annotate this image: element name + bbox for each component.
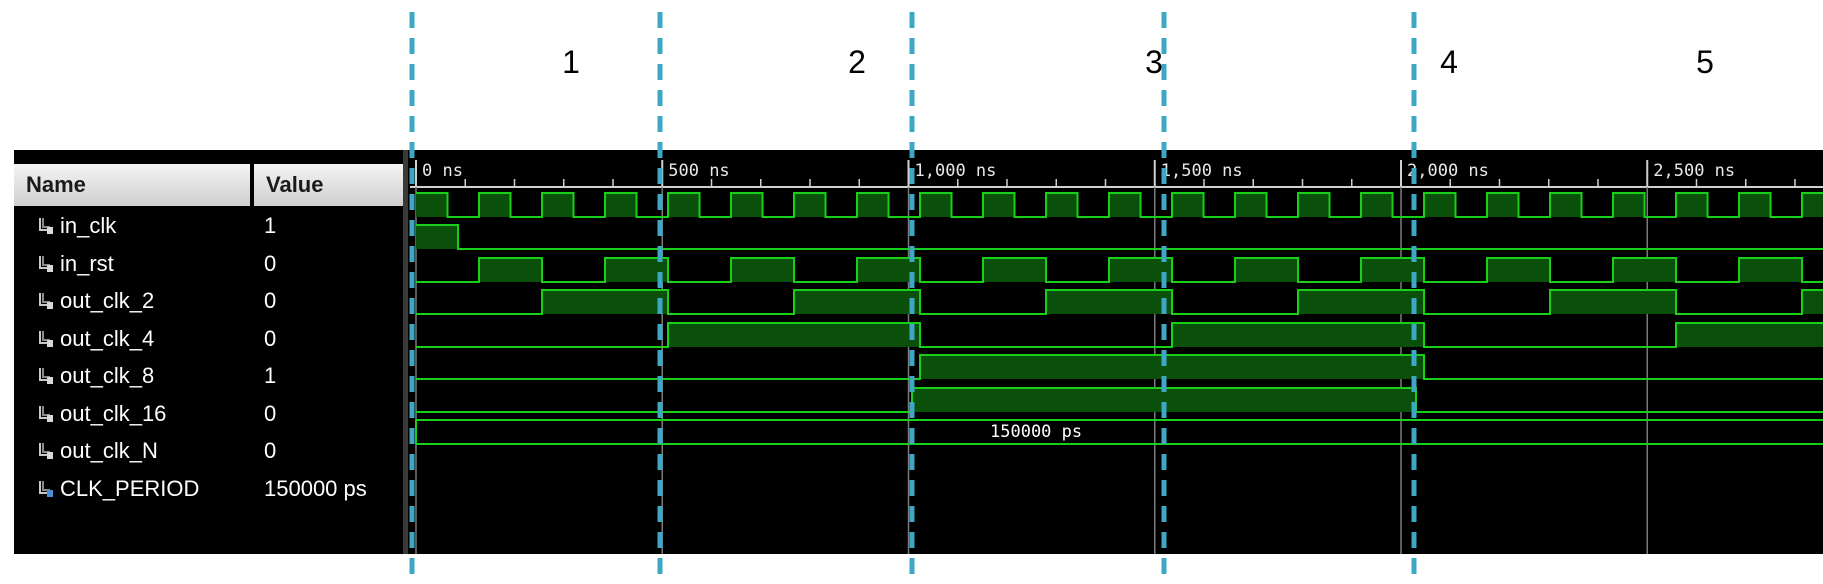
signal-value: 0 [264, 400, 277, 426]
signal-value: 150000 ps [264, 475, 367, 501]
waveform-out_clk_16[interactable] [416, 354, 1823, 380]
tick-label: 0 ns [422, 161, 463, 181]
signal-value: 1 [264, 363, 277, 388]
waveform-out_clk_2[interactable] [416, 257, 1823, 283]
signal-name: in_rst [60, 250, 114, 276]
waveform-out_clk_8[interactable] [416, 322, 1823, 348]
signal-value: 0 [264, 438, 277, 463]
signal-value: 0 [264, 250, 277, 276]
tick-label: 500 ns [668, 161, 729, 181]
signal-row-out_clk_4[interactable]: out_clk_4 [38, 321, 154, 357]
bus-value-label: 150000 ps [990, 422, 1082, 442]
value-column-header[interactable]: Value [254, 164, 406, 206]
tick-label: 2,500 ns [1653, 161, 1735, 181]
signal-name: out_clk_16 [60, 400, 167, 426]
waveform-out_clk_4[interactable] [416, 289, 1823, 315]
signal-row-CLK_PERIOD[interactable]: CLK_PERIOD [38, 471, 199, 507]
signal-value: 1 [264, 213, 277, 238]
phase-label-5: 5 [1696, 44, 1714, 80]
signal-name: in_clk [60, 213, 117, 238]
signal-value: 0 [264, 325, 277, 351]
signal-row-out_clk_16[interactable]: out_clk_16 [38, 396, 166, 432]
signal-row-in_clk[interactable]: in_clk [38, 208, 116, 244]
signal-name-panel: Name in_clk in_rst out_clk_2 out_clk_4 out_c… [14, 150, 252, 554]
phase-label-2: 2 [848, 44, 866, 80]
time-ruler[interactable]: 0 ns 500 ns 1,000 ns 1,500 ns 2,000 ns 2,500 … [410, 160, 1823, 188]
signal-row-out_clk_N[interactable]: out_clk_N [38, 433, 158, 469]
waveform-canvas[interactable]: 0 ns 500 ns 1,000 ns 1,500 ns 2,000 ns 2,500 … [410, 150, 1823, 554]
signal-name: CLK_PERIOD [60, 475, 200, 501]
signal-icon [39, 330, 53, 347]
phase-label-3: 3 [1145, 44, 1163, 80]
waveform-CLK_PERIOD[interactable]: 150000 ps [415, 419, 1823, 445]
waveform-panel[interactable]: 0 ns 500 ns 1,000 ns 1,500 ns 2,000 ns 2,500 … [410, 150, 1823, 554]
name-column-header[interactable]: Name [14, 164, 250, 206]
signal-name: out_clk_N [60, 438, 158, 463]
signal-value: 0 [264, 288, 277, 313]
signal-icon [39, 255, 53, 272]
waveform-in_rst[interactable] [416, 224, 1823, 250]
signal-row-out_clk_8[interactable]: out_clk_8 [38, 358, 154, 394]
phase-label-4: 4 [1440, 44, 1458, 80]
signal-row-out_clk_2[interactable]: out_clk_2 [38, 283, 154, 319]
signal-name: out_clk_4 [60, 325, 155, 351]
signal-icon [39, 293, 53, 309]
signal-icon [39, 405, 53, 422]
tick-label: 2,000 ns [1407, 161, 1489, 181]
signal-name: out_clk_8 [60, 363, 155, 388]
constant-icon [39, 480, 53, 497]
signal-icon [39, 443, 53, 459]
phase-labels: 1 2 3 4 5 [0, 0, 1823, 150]
phase-label-1: 1 [562, 44, 580, 80]
signal-name: out_clk_2 [60, 288, 155, 313]
tick-label: 1,000 ns [915, 161, 997, 181]
signal-value-panel: Value 1 0 0 0 1 0 0 150000 ps [252, 150, 410, 554]
waveform-out_clk_N[interactable] [416, 387, 1823, 413]
waveform-in_clk[interactable] [416, 192, 1823, 218]
signal-row-in_rst[interactable]: in_rst [38, 246, 114, 282]
panel-splitter[interactable] [403, 150, 408, 554]
tick-label: 1,500 ns [1161, 161, 1243, 181]
signal-icon [39, 368, 53, 384]
signal-icon [39, 218, 53, 234]
